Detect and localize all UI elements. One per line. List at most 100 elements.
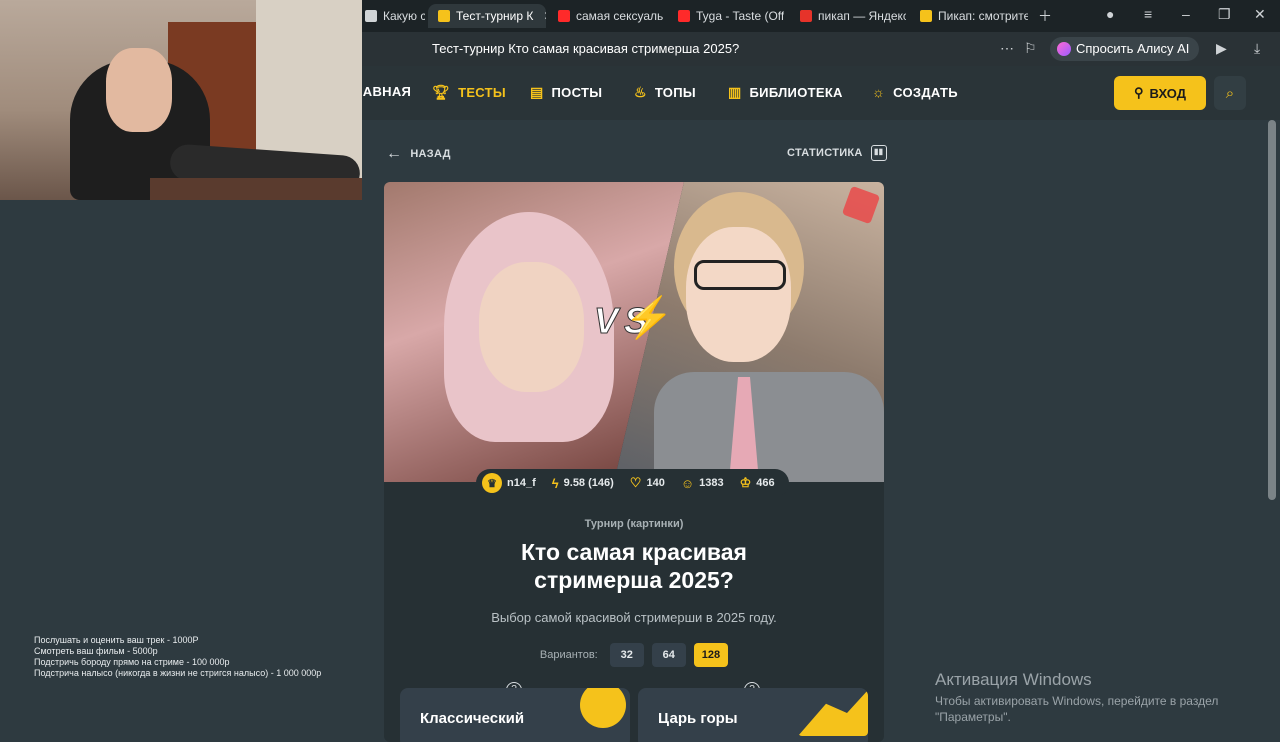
- windows-activation-watermark: Активация Windows Чтобы активировать Win…: [935, 670, 1218, 724]
- tab-favicon-icon: [920, 10, 932, 22]
- search-button[interactable]: ⌕: [1214, 76, 1246, 110]
- webcam-overlay: [0, 0, 362, 200]
- author-link[interactable]: ♛ n14_f: [482, 473, 536, 493]
- mode-classic-card[interactable]: Классический: [400, 688, 630, 742]
- alice-button[interactable]: Спросить Алису AI: [1050, 37, 1200, 61]
- test-title: Кто самая красивая стримерша 2025?: [521, 539, 747, 593]
- rating-value: 9.58 (146): [563, 477, 614, 489]
- nav-item-label: ТЕСТЫ: [458, 85, 506, 100]
- back-link[interactable]: ← НАЗАД: [386, 145, 451, 163]
- login-button[interactable]: ⚲ ВХОД: [1114, 76, 1206, 110]
- youtube-icon: [678, 10, 690, 22]
- profile-icon[interactable]: ●: [1106, 6, 1114, 22]
- variant-button[interactable]: 64: [651, 643, 686, 667]
- more-icon[interactable]: ⋯: [1000, 40, 1014, 57]
- flame-icon: ♨: [634, 84, 647, 100]
- close-window-icon[interactable]: ✕: [1254, 6, 1266, 23]
- crowns: ♔ 466: [740, 475, 775, 491]
- maximize-icon[interactable]: ❐: [1218, 6, 1231, 23]
- crown-icon: ♔: [739, 475, 752, 490]
- test-category: Турнир (картинки): [584, 518, 684, 530]
- browser-tab-active[interactable]: Тест-турнир К ✕: [428, 4, 546, 28]
- browser-tab[interactable]: Пикап: смотрите: [910, 4, 1028, 28]
- activation-line: Чтобы активировать Windows, перейдите в …: [935, 694, 1219, 708]
- crowns-value: 466: [756, 477, 775, 489]
- login-label: ВХОД: [1149, 85, 1186, 101]
- user-icon: ⚲: [1134, 85, 1144, 100]
- activation-title: Активация Windows: [935, 670, 1092, 689]
- tab-title: пикап — Яндекс: [818, 9, 906, 23]
- nav-item-posts[interactable]: ▤ ПОСТЫ: [530, 84, 602, 101]
- players-value: 1383: [699, 477, 724, 489]
- crown-icon: ♛: [482, 473, 502, 493]
- browser-tab[interactable]: пикап — Яндекс: [790, 4, 906, 28]
- trophy-icon: 🏆︎: [432, 84, 451, 100]
- nav-item-tests[interactable]: 🏆︎ ТЕСТЫ: [432, 84, 506, 101]
- hero-image: VS ⚡: [384, 182, 884, 482]
- youtube-icon: [558, 10, 570, 22]
- note-icon: ▤: [530, 84, 544, 100]
- alice-label: Спросить Алису AI: [1076, 41, 1190, 56]
- webcam-desk: [150, 178, 362, 200]
- nav-item-create[interactable]: ☼ СОЗДАТЬ: [872, 84, 958, 100]
- arrow-left-icon: ←: [386, 145, 403, 162]
- players: ☺ 1383: [681, 476, 724, 491]
- media-play-icon[interactable]: ▶: [1216, 40, 1227, 57]
- hero-right-face: [686, 227, 791, 362]
- tab-title: Какую ст: [383, 9, 425, 23]
- stream-price-list: Послушать и оценить ваш трек - 1000Р Смо…: [34, 635, 321, 679]
- lightning-icon: ⚡: [624, 296, 674, 340]
- likes-value: 140: [646, 477, 665, 489]
- tab-title: Пикап: смотрите: [938, 9, 1028, 23]
- back-label: НАЗАД: [410, 148, 451, 160]
- tab-title: самая сексуаль: [576, 9, 664, 23]
- browser-tab[interactable]: самая сексуаль: [548, 4, 664, 28]
- hero-left-face: [479, 262, 584, 392]
- variants-selector: Вариантов: 32 64 128: [384, 643, 884, 667]
- menu-icon[interactable]: ≡: [1144, 6, 1152, 22]
- webcam-head: [106, 48, 172, 132]
- heart-icon: ♡: [629, 475, 642, 490]
- new-tab-icon[interactable]: ＋: [1038, 6, 1052, 26]
- mode-name: Классический: [420, 710, 525, 727]
- statistics-link[interactable]: СТАТИСТИКА ▮▮: [787, 145, 887, 161]
- activation-line: "Параметры".: [935, 710, 1011, 724]
- rating: ϟ 9.58 (146): [552, 476, 614, 491]
- book-icon: ▥: [728, 84, 742, 100]
- page-scrollbar[interactable]: [1268, 120, 1276, 500]
- hero-right-glasses: [694, 260, 786, 290]
- mode-king-icon: [798, 690, 868, 736]
- price-line: Подстрича налысо (никогда в жизни не стр…: [34, 668, 322, 678]
- search-icon: ⌕: [1225, 84, 1235, 102]
- tab-favicon-icon: [438, 10, 450, 22]
- nav-item-label: СОЗДАТЬ: [893, 84, 958, 100]
- bulb-icon: ☼: [872, 84, 886, 100]
- nav-item-library[interactable]: ▥ БИБЛИОТЕКА: [728, 84, 843, 101]
- likes[interactable]: ♡ 140: [630, 475, 665, 491]
- test-card: VS ⚡ ♛ n14_f ϟ 9.58 (146) ♡ 140 ☺ 1383 ♔…: [384, 182, 884, 742]
- test-meta: ♛ n14_f ϟ 9.58 (146) ♡ 140 ☺ 1383 ♔ 466: [476, 469, 789, 497]
- variant-button[interactable]: 32: [609, 643, 644, 667]
- close-tab-icon[interactable]: ✕: [543, 9, 546, 23]
- minimize-icon[interactable]: –: [1182, 6, 1190, 22]
- bookmark-icon[interactable]: ⚐: [1024, 40, 1037, 57]
- author-name: n14_f: [507, 477, 536, 489]
- nav-item-tops[interactable]: ♨ ТОПЫ: [634, 84, 696, 101]
- download-icon[interactable]: ⤓: [1254, 40, 1260, 57]
- yandex-icon: [800, 10, 812, 22]
- nav-item-label: ТОПЫ: [654, 85, 696, 100]
- nav-item-label: БИБЛИОТЕКА: [749, 85, 843, 100]
- alice-icon: [1057, 42, 1071, 56]
- price-line: Послушать и оценить ваш трек - 1000Р: [34, 635, 199, 645]
- nav-item-label: ПОСТЫ: [551, 85, 603, 100]
- variant-button-selected[interactable]: 128: [693, 643, 729, 667]
- hero-right-sweater: [654, 372, 884, 482]
- browser-tab[interactable]: Какую ст: [355, 4, 425, 28]
- users-icon: ☺: [680, 475, 695, 491]
- browser-tab[interactable]: Tyga - Taste (Off: [668, 4, 784, 28]
- mode-king-card[interactable]: Царь горы: [638, 688, 868, 742]
- tab-title: Тест-турнир К: [456, 9, 534, 23]
- lightning-icon: ϟ: [551, 475, 559, 491]
- bar-chart-icon: ▮▮: [870, 145, 887, 161]
- page-title-address[interactable]: Тест-турнир Кто самая красивая стримерша…: [432, 41, 739, 56]
